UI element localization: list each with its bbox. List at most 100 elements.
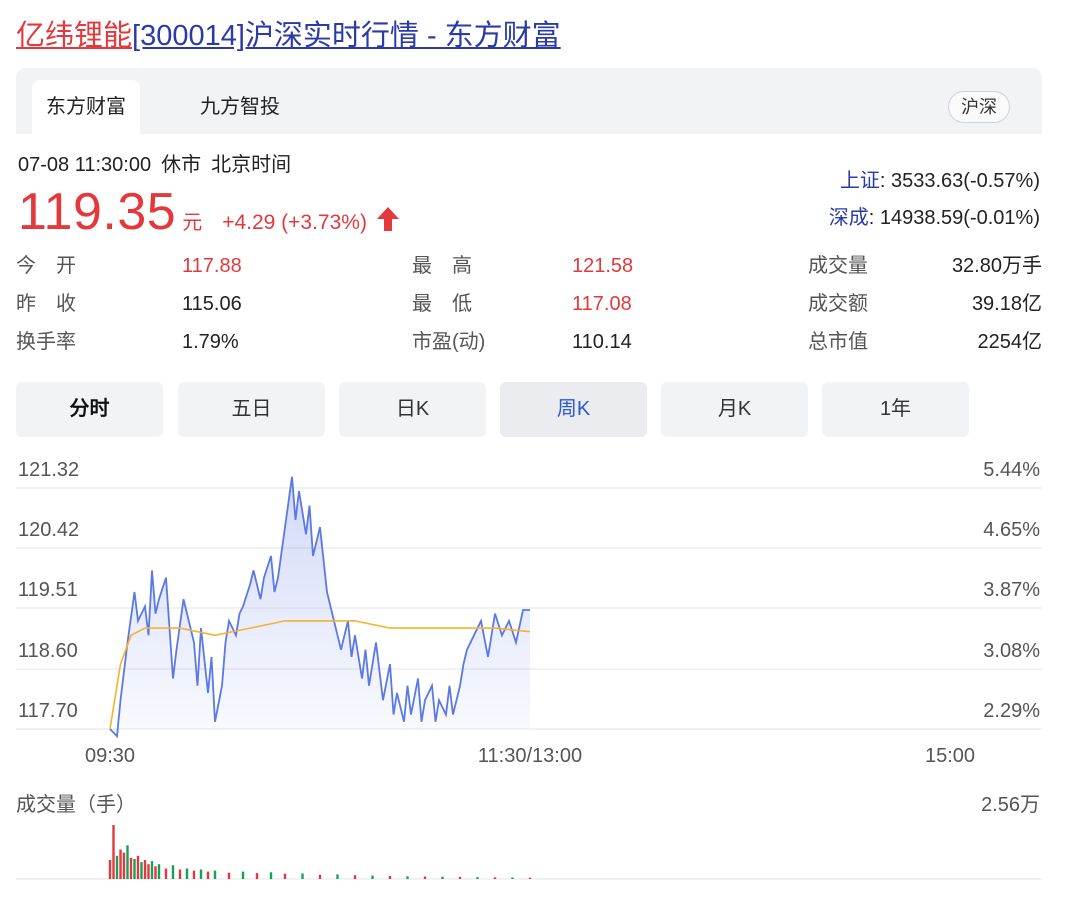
volume-bar — [206, 871, 210, 879]
tab-intraday[interactable]: 分时 — [16, 382, 163, 437]
volume-bar — [140, 862, 143, 879]
volume-bar — [115, 855, 119, 879]
volume-bar — [476, 877, 479, 879]
volume-max-label: 2.56万 — [981, 794, 1040, 816]
stats-row: 换手率 1.79% 市盈(动) 110.14 总市值 2254亿 — [16, 323, 1042, 361]
y-tick-right: 2.29% — [983, 700, 1040, 722]
volume-bar — [154, 866, 157, 879]
price-block: 119.35 元 +4.29 (+3.73%) — [18, 180, 401, 244]
volume-bar — [112, 825, 115, 879]
tab-daily-k[interactable]: 日K — [339, 382, 486, 437]
stock-name-link[interactable]: 亿纬锂能 — [16, 20, 132, 52]
volume-bar — [301, 873, 304, 879]
volume-bar — [241, 871, 245, 879]
volume-bar — [493, 877, 497, 879]
stat-label: 昨 收 — [16, 293, 76, 315]
stat-label: 成交额 — [808, 293, 868, 315]
y-tick-right: 3.87% — [983, 579, 1040, 601]
stat-value: 32.80万手 — [951, 255, 1042, 277]
tab-jiufang[interactable]: 九方智投 — [186, 80, 294, 134]
volume-bar — [441, 876, 444, 879]
volume-bar — [423, 876, 427, 879]
volume-bar — [371, 875, 374, 879]
status-datetime: 07-08 11:30:00 — [18, 154, 152, 176]
stat-value: 39.18亿 — [971, 293, 1042, 315]
market-status: 07-08 11:30:00 休市 北京时间 — [18, 150, 301, 180]
stat-label: 总市值 — [808, 331, 868, 353]
stat-value: 121.58 — [572, 255, 634, 277]
y-tick-left: 121.32 — [18, 459, 79, 481]
volume-bar — [129, 857, 133, 879]
volume-bar — [388, 876, 392, 879]
tab-five-day[interactable]: 五日 — [178, 382, 325, 437]
stat-label: 换手率 — [16, 331, 76, 353]
volume-bar — [136, 855, 140, 879]
market-badge[interactable]: 沪深 — [948, 91, 1010, 123]
price-change: +4.29 (+3.73%) — [222, 211, 367, 234]
stat-value: 110.14 — [572, 331, 632, 353]
volume-bar — [406, 876, 409, 879]
index-shenzhen: 深成: 14938.59(-0.01%) — [829, 203, 1040, 233]
volume-bar — [157, 864, 161, 879]
index-shenzhen-value: : 14938.59(-0.01%) — [868, 207, 1040, 229]
stat-value: 115.06 — [182, 293, 242, 315]
volume-bar — [192, 870, 196, 879]
index-shanghai-value: : 3533.63(-0.57%) — [879, 170, 1040, 192]
arrow-up-icon — [375, 205, 401, 238]
y-tick-left: 120.42 — [18, 519, 79, 541]
source-tab-bar: 东方财富 九方智投 沪深 — [16, 68, 1042, 134]
intraday-chart[interactable]: 121.32 120.42 119.51 118.60 117.70 5.44% 4.65%… — [0, 440, 1080, 890]
volume-bar — [119, 849, 122, 879]
stat-label: 成交量 — [808, 255, 868, 277]
price-unit: 元 — [182, 212, 203, 234]
page-title[interactable]: 亿纬锂能[300014]沪深实时行情 - 东方财富 — [16, 14, 561, 58]
volume-bar — [511, 877, 514, 879]
index-shanghai-link[interactable]: 上证 — [840, 170, 880, 192]
volume-label: 成交量（手） — [16, 794, 136, 816]
y-tick-right: 5.44% — [983, 459, 1040, 481]
volume-bar — [283, 873, 287, 879]
volume-bar — [213, 870, 217, 879]
y-tick-right: 4.65% — [983, 519, 1040, 541]
volume-bar — [133, 859, 136, 879]
tab-eastmoney[interactable]: 东方财富 — [32, 80, 140, 134]
price-area — [110, 476, 530, 737]
status-state: 休市 — [161, 154, 202, 176]
stat-label: 最 低 — [412, 293, 472, 315]
tab-one-year[interactable]: 1年 — [822, 382, 969, 437]
tab-weekly-k[interactable]: 周K — [500, 382, 647, 437]
stats-grid: 今 开 117.88 最 高 121.58 成交量 32.80万手 昨 收 11… — [16, 247, 1042, 361]
stat-value: 117.88 — [182, 255, 242, 277]
y-tick-left: 117.70 — [18, 700, 78, 722]
page-title-link[interactable]: [300014]沪深实时行情 - 东方财富 — [132, 20, 561, 52]
volume-bar — [458, 876, 462, 879]
volume-bar — [178, 869, 182, 879]
y-tick-right: 3.08% — [983, 640, 1040, 662]
volume-bar — [143, 860, 147, 879]
y-tick-left: 119.51 — [18, 579, 78, 601]
volume-bar — [269, 872, 273, 880]
status-timezone: 北京时间 — [211, 154, 292, 176]
volume-bar — [336, 874, 339, 879]
volume-bar — [108, 860, 112, 879]
index-shenzhen-link[interactable]: 深成 — [829, 207, 869, 229]
volume-bar — [353, 875, 357, 879]
stat-label: 市盈(动) — [412, 331, 486, 353]
volume-bar — [318, 874, 322, 879]
volume-bar — [185, 868, 189, 879]
stat-value: 2254亿 — [977, 331, 1043, 353]
volume-bar — [528, 877, 532, 879]
volume-bar — [199, 869, 203, 879]
volume-bar — [122, 852, 126, 879]
x-tick: 09:30 — [85, 745, 135, 767]
stat-value: 117.08 — [572, 293, 632, 315]
tab-monthly-k[interactable]: 月K — [661, 382, 808, 437]
volume-bar — [255, 873, 259, 879]
stat-label: 今 开 — [16, 255, 76, 277]
current-price: 119.35 — [18, 183, 177, 241]
index-shanghai: 上证: 3533.63(-0.57%) — [840, 166, 1040, 196]
volume-bar — [147, 864, 150, 879]
y-tick-left: 118.60 — [18, 640, 78, 662]
x-tick: 15:00 — [925, 745, 975, 767]
volume-bar — [171, 865, 175, 879]
